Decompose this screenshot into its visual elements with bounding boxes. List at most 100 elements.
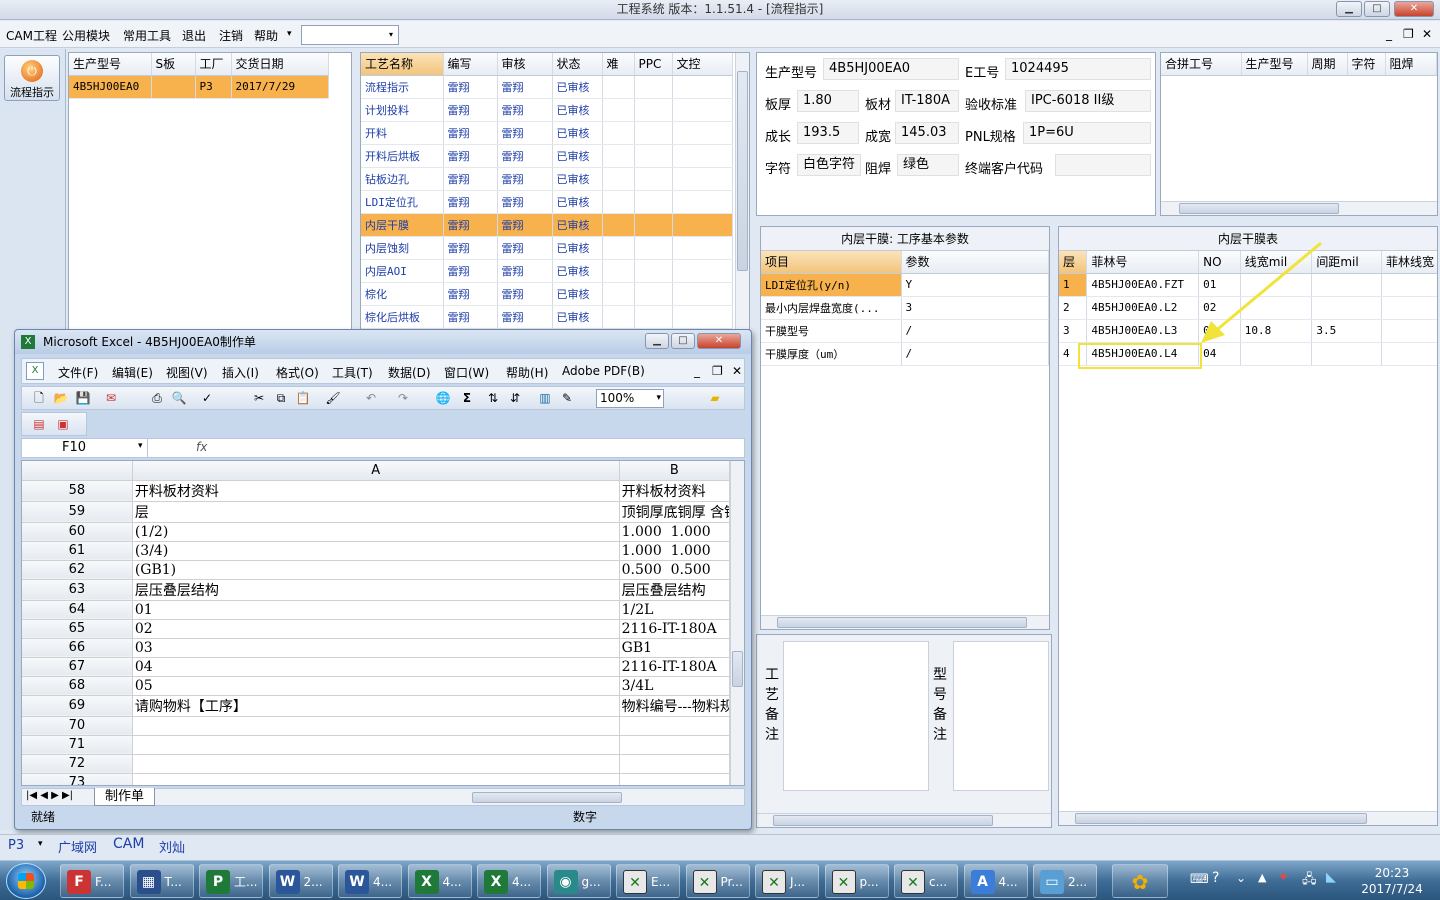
drawing-icon[interactable]: ✎: [558, 389, 576, 407]
col-header-process[interactable]: 工艺名称: [361, 53, 444, 76]
sheet-row[interactable]: 63 层压叠层结构 层压叠层结构: [22, 579, 731, 601]
col-header-doc-control[interactable]: 文控: [672, 53, 733, 76]
cell[interactable]: 请购物料【工序】: [132, 695, 620, 717]
sheet-row[interactable]: 68 05 3/4L: [22, 676, 731, 696]
cell[interactable]: 计划投料: [361, 98, 444, 122]
table-row[interactable]: 干膜型号 /: [761, 319, 1049, 343]
cell[interactable]: /: [901, 319, 1049, 343]
cell[interactable]: [619, 773, 731, 785]
table-row[interactable]: 棕化 雷翔 雷翔 已审核: [361, 282, 733, 306]
excel-menu-adobe-pdf[interactable]: Adobe PDF(B): [562, 364, 645, 378]
cell[interactable]: 内层干膜: [361, 213, 444, 237]
menu-cam[interactable]: CAM工程: [6, 27, 57, 44]
cell[interactable]: 雷翔: [443, 75, 498, 99]
cell[interactable]: 已审核: [552, 121, 603, 145]
taskbar-item[interactable]: ✕ J...: [755, 864, 819, 898]
e-no-field[interactable]: 1024495: [1005, 58, 1151, 80]
customer-code-field[interactable]: [1055, 154, 1151, 176]
cell[interactable]: 已审核: [552, 236, 603, 260]
ime-icon[interactable]: ⌄: [1236, 871, 1246, 885]
cell[interactable]: 钻板边孔: [361, 167, 444, 191]
pinned-shell-icon[interactable]: ✿: [1112, 864, 1168, 898]
col-header-cycle[interactable]: 周期: [1307, 53, 1348, 76]
cell[interactable]: [602, 282, 635, 306]
film-hscroll[interactable]: [1059, 811, 1437, 825]
pdf-icon[interactable]: ▤: [30, 415, 48, 433]
excel-close-button[interactable]: ✕: [697, 333, 741, 349]
cell[interactable]: 已审核: [552, 144, 603, 168]
col-header-model[interactable]: 生产型号: [1241, 53, 1308, 76]
sheet-vscroll[interactable]: [730, 461, 744, 785]
start-button[interactable]: [6, 863, 46, 899]
process-vscroll[interactable]: [735, 53, 749, 329]
cell[interactable]: 层压叠层结构: [619, 579, 731, 601]
paste-icon[interactable]: 📋: [294, 389, 312, 407]
cell[interactable]: [1381, 273, 1437, 297]
row-header[interactable]: 66: [22, 638, 133, 658]
cell[interactable]: 雷翔: [443, 98, 498, 122]
cell[interactable]: 2: [1059, 296, 1088, 320]
cell[interactable]: 雷翔: [497, 305, 553, 329]
cell[interactable]: 雷翔: [443, 121, 498, 145]
sheet-tab-production[interactable]: 制作单: [94, 788, 156, 806]
cell[interactable]: 04: [132, 657, 620, 677]
sheet-row[interactable]: 64 01 1/2L: [22, 600, 731, 620]
col-header-param[interactable]: 参数: [901, 251, 1049, 274]
excel-doc-restore-button[interactable]: ❐: [712, 364, 723, 378]
row-header[interactable]: 68: [22, 676, 133, 696]
cell[interactable]: 棕化后烘板: [361, 305, 444, 329]
cell[interactable]: [602, 305, 635, 329]
model-field[interactable]: 4B5HJ00EA0: [823, 58, 959, 80]
redo-icon[interactable]: ↷: [394, 389, 412, 407]
format-painter-icon[interactable]: 🖌: [324, 389, 342, 407]
menu-help[interactable]: 帮助: [254, 27, 278, 44]
undo-icon[interactable]: ↶: [362, 389, 380, 407]
scroll-thumb[interactable]: [773, 815, 993, 826]
excel-maximize-button[interactable]: □: [671, 333, 695, 349]
cell[interactable]: 01: [132, 600, 620, 620]
cell[interactable]: 内层蚀刻: [361, 236, 444, 260]
chart-wizard-icon[interactable]: ▥: [536, 389, 554, 407]
cell[interactable]: 开料板材资料: [619, 480, 731, 502]
menu-exit[interactable]: 退出: [182, 27, 206, 44]
sheet-row[interactable]: 72: [22, 754, 731, 774]
table-row[interactable]: 流程指示 雷翔 雷翔 已审核: [361, 75, 733, 99]
scroll-thumb[interactable]: [732, 651, 743, 687]
cell[interactable]: 2116-IT-180A: [619, 619, 731, 639]
cell[interactable]: [602, 121, 635, 145]
cell[interactable]: [619, 754, 731, 774]
tab-nav-arrows-icon[interactable]: |◀ ◀ ▶ ▶|: [26, 790, 73, 801]
cell[interactable]: (GB1): [132, 560, 620, 580]
sheet-row[interactable]: 62(GB1)0.500 0.500 0.360 0.000 0.000 IT-…: [22, 560, 731, 580]
cell[interactable]: [634, 236, 673, 260]
sheet-row[interactable]: 66 03 GB1: [22, 638, 731, 658]
keyboard-icon[interactable]: ⌨: [1190, 872, 1209, 887]
col-header-reviewer[interactable]: 审核: [497, 53, 553, 76]
taskbar-item[interactable]: ✕ c...: [894, 864, 958, 898]
cell[interactable]: 流程指示: [361, 75, 444, 99]
sheet-row[interactable]: 59层顶铜厚底铜厚 含铜板厚 不含铜板厚 顶层残铜率 底层残铜率 板材类型: [22, 501, 731, 523]
excel-menu-view[interactable]: 视图(V): [166, 364, 208, 381]
cell[interactable]: 已审核: [552, 259, 603, 283]
excel-menu-file[interactable]: 文件(F): [58, 364, 98, 381]
chevron-down-icon[interactable]: ▾: [384, 26, 398, 44]
fx-icon[interactable]: fx: [196, 440, 207, 454]
cell[interactable]: 开料: [361, 121, 444, 145]
craft-notes-field[interactable]: [783, 641, 929, 791]
taskbar-item[interactable]: A 4...: [963, 864, 1028, 898]
cell[interactable]: 雷翔: [443, 167, 498, 191]
cell[interactable]: 2116-IT-180A: [619, 657, 731, 677]
menu-common-modules[interactable]: 公用模块: [62, 27, 110, 44]
notes-hscroll[interactable]: [757, 813, 1051, 827]
col-header-delivery[interactable]: 交货日期: [231, 53, 329, 76]
taskbar-item[interactable]: ✕ Pr...: [685, 864, 750, 898]
zoom-select[interactable]: 100% ▾: [596, 389, 664, 408]
col-header-mask[interactable]: 阻焊: [1385, 53, 1437, 76]
row-header[interactable]: 62: [22, 560, 133, 580]
name-box[interactable]: F10: [22, 439, 148, 457]
material-field[interactable]: IT-180A: [895, 90, 959, 112]
taskbar-item[interactable]: ▦ T...: [129, 864, 194, 898]
cell[interactable]: [132, 773, 620, 785]
cell[interactable]: [1381, 296, 1437, 320]
cell[interactable]: 雷翔: [497, 144, 553, 168]
